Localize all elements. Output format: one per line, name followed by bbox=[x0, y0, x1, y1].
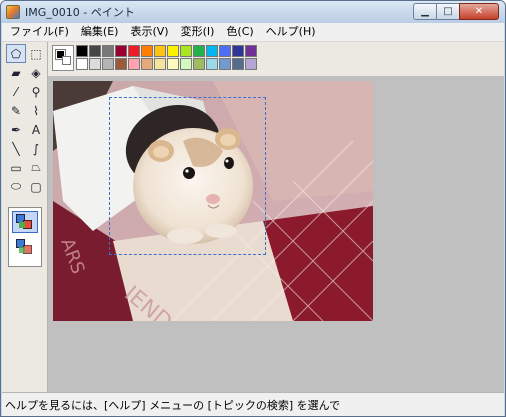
eraser-icon: ▰ bbox=[11, 65, 21, 80]
menu-bar: ファイル(F) 編集(E) 表示(V) 変形(I) 色(C) ヘルプ(H) bbox=[2, 23, 504, 42]
tool-button[interactable]: ▭ bbox=[6, 158, 26, 177]
current-colors[interactable] bbox=[52, 45, 74, 71]
transparent-option[interactable] bbox=[12, 236, 38, 258]
opaque-option[interactable] bbox=[12, 211, 38, 233]
palette-swatch[interactable] bbox=[206, 58, 218, 70]
window-controls: ▁ □ ✕ bbox=[413, 3, 499, 20]
status-text: ヘルプを見るには、[ヘルプ] メニューの [トピックの検索] を選んで bbox=[5, 398, 341, 412]
swatch-grid bbox=[76, 45, 258, 71]
rect-select-icon: ⬚ bbox=[30, 46, 42, 61]
curve-icon: ∫ bbox=[32, 141, 40, 156]
palette-swatch[interactable] bbox=[102, 58, 114, 70]
palette-swatch[interactable] bbox=[193, 45, 205, 57]
brush-icon: ⌇ bbox=[33, 103, 39, 118]
menu-help[interactable]: ヘルプ(H) bbox=[260, 23, 322, 41]
polygon-icon: ⏢ bbox=[31, 160, 41, 174]
palette-swatch[interactable] bbox=[245, 45, 257, 57]
tool-button[interactable]: ◈ bbox=[26, 63, 46, 82]
tool-button[interactable]: ✒ bbox=[6, 120, 26, 139]
palette-swatch[interactable] bbox=[128, 45, 140, 57]
palette-swatch[interactable] bbox=[219, 45, 231, 57]
background-color bbox=[62, 56, 71, 65]
paint-app-icon bbox=[6, 5, 20, 19]
tool-button[interactable]: ⬠ bbox=[6, 44, 26, 63]
airbrush-icon: ✒ bbox=[10, 122, 22, 137]
selection-marquee[interactable] bbox=[109, 97, 266, 255]
palette-swatch[interactable] bbox=[76, 45, 88, 57]
toolbox: ⬠ ⬚ ▰ ◈ ⁄ ⚲ ✎ ⌇ ✒ A ╲ ∫ ▭ ⏢ ⬭ ▢ bbox=[2, 42, 48, 392]
tool-button[interactable]: ⁄ bbox=[6, 82, 26, 101]
tool-button[interactable]: ⌇ bbox=[26, 101, 46, 120]
transparent-shapes-icon bbox=[16, 239, 34, 255]
palette-swatch[interactable] bbox=[232, 45, 244, 57]
tool-button[interactable]: ⬭ bbox=[6, 177, 26, 196]
paint-window: IMG_0010 - ペイント ▁ □ ✕ ファイル(F) 編集(E) 表示(V… bbox=[0, 0, 506, 417]
free-select-icon: ⬠ bbox=[10, 46, 22, 61]
menu-image[interactable]: 変形(I) bbox=[175, 23, 221, 41]
menu-colors[interactable]: 色(C) bbox=[220, 23, 259, 41]
color-palette bbox=[48, 42, 504, 76]
color-picker-icon: ⁄ bbox=[14, 84, 17, 99]
fill-bucket-icon: ◈ bbox=[31, 65, 41, 80]
palette-swatch[interactable] bbox=[219, 58, 231, 70]
tool-grid: ⬠ ⬚ ▰ ◈ ⁄ ⚲ ✎ ⌇ ✒ A ╲ ∫ ▭ ⏢ ⬭ ▢ bbox=[6, 44, 46, 196]
palette-swatch[interactable] bbox=[128, 58, 140, 70]
ellipse-icon: ⬭ bbox=[10, 179, 22, 193]
palette-swatch[interactable] bbox=[89, 58, 101, 70]
tool-options-box bbox=[8, 207, 42, 267]
palette-swatch[interactable] bbox=[193, 58, 205, 70]
rounded-rect-icon: ▢ bbox=[30, 179, 42, 194]
tool-button[interactable]: ▰ bbox=[6, 63, 26, 82]
palette-swatch[interactable] bbox=[115, 45, 127, 57]
palette-swatch[interactable] bbox=[232, 58, 244, 70]
palette-swatch[interactable] bbox=[102, 45, 114, 57]
minimize-button[interactable]: ▁ bbox=[413, 3, 437, 20]
palette-swatch[interactable] bbox=[141, 58, 153, 70]
palette-swatch[interactable] bbox=[115, 58, 127, 70]
text-icon: A bbox=[31, 122, 41, 137]
magnifier-icon: ⚲ bbox=[31, 84, 41, 99]
menu-file[interactable]: ファイル(F) bbox=[4, 23, 75, 41]
tool-button[interactable]: ∫ bbox=[26, 139, 46, 158]
opaque-shapes-icon bbox=[16, 214, 34, 230]
palette-swatch[interactable] bbox=[180, 58, 192, 70]
close-button[interactable]: ✕ bbox=[459, 3, 499, 20]
palette-swatch[interactable] bbox=[245, 58, 257, 70]
line-icon: ╲ bbox=[12, 141, 20, 156]
palette-swatch[interactable] bbox=[154, 58, 166, 70]
tool-button[interactable]: A bbox=[26, 120, 46, 139]
window-title: IMG_0010 - ペイント bbox=[25, 6, 135, 19]
title-bar[interactable]: IMG_0010 - ペイント ▁ □ ✕ bbox=[1, 1, 505, 23]
palette-swatch[interactable] bbox=[167, 58, 179, 70]
palette-swatch[interactable] bbox=[141, 45, 153, 57]
palette-swatch[interactable] bbox=[180, 45, 192, 57]
tool-button[interactable]: ⚲ bbox=[26, 82, 46, 101]
palette-swatch[interactable] bbox=[167, 45, 179, 57]
menu-view[interactable]: 表示(V) bbox=[124, 23, 174, 41]
palette-swatch[interactable] bbox=[89, 45, 101, 57]
tool-button[interactable]: ╲ bbox=[6, 139, 26, 158]
palette-swatch[interactable] bbox=[154, 45, 166, 57]
image-canvas[interactable]: IEND ARS bbox=[53, 81, 373, 321]
pencil-icon: ✎ bbox=[10, 103, 22, 118]
palette-swatch[interactable] bbox=[206, 45, 218, 57]
tool-button[interactable]: ✎ bbox=[6, 101, 26, 120]
menu-edit[interactable]: 編集(E) bbox=[75, 23, 125, 41]
maximize-button[interactable]: □ bbox=[436, 3, 460, 20]
tool-button[interactable]: ▢ bbox=[26, 177, 46, 196]
work-area: ⬠ ⬚ ▰ ◈ ⁄ ⚲ ✎ ⌇ ✒ A ╲ ∫ ▭ ⏢ ⬭ ▢ IEND ARS bbox=[2, 42, 504, 392]
tool-button[interactable]: ⬚ bbox=[26, 44, 46, 63]
tool-button[interactable]: ⏢ bbox=[26, 158, 46, 177]
rectangle-icon: ▭ bbox=[10, 160, 22, 175]
status-bar: ヘルプを見るには、[ヘルプ] メニューの [トピックの検索] を選んで bbox=[2, 392, 504, 416]
canvas-scroll-area: IEND ARS bbox=[49, 76, 504, 392]
palette-swatch[interactable] bbox=[76, 58, 88, 70]
